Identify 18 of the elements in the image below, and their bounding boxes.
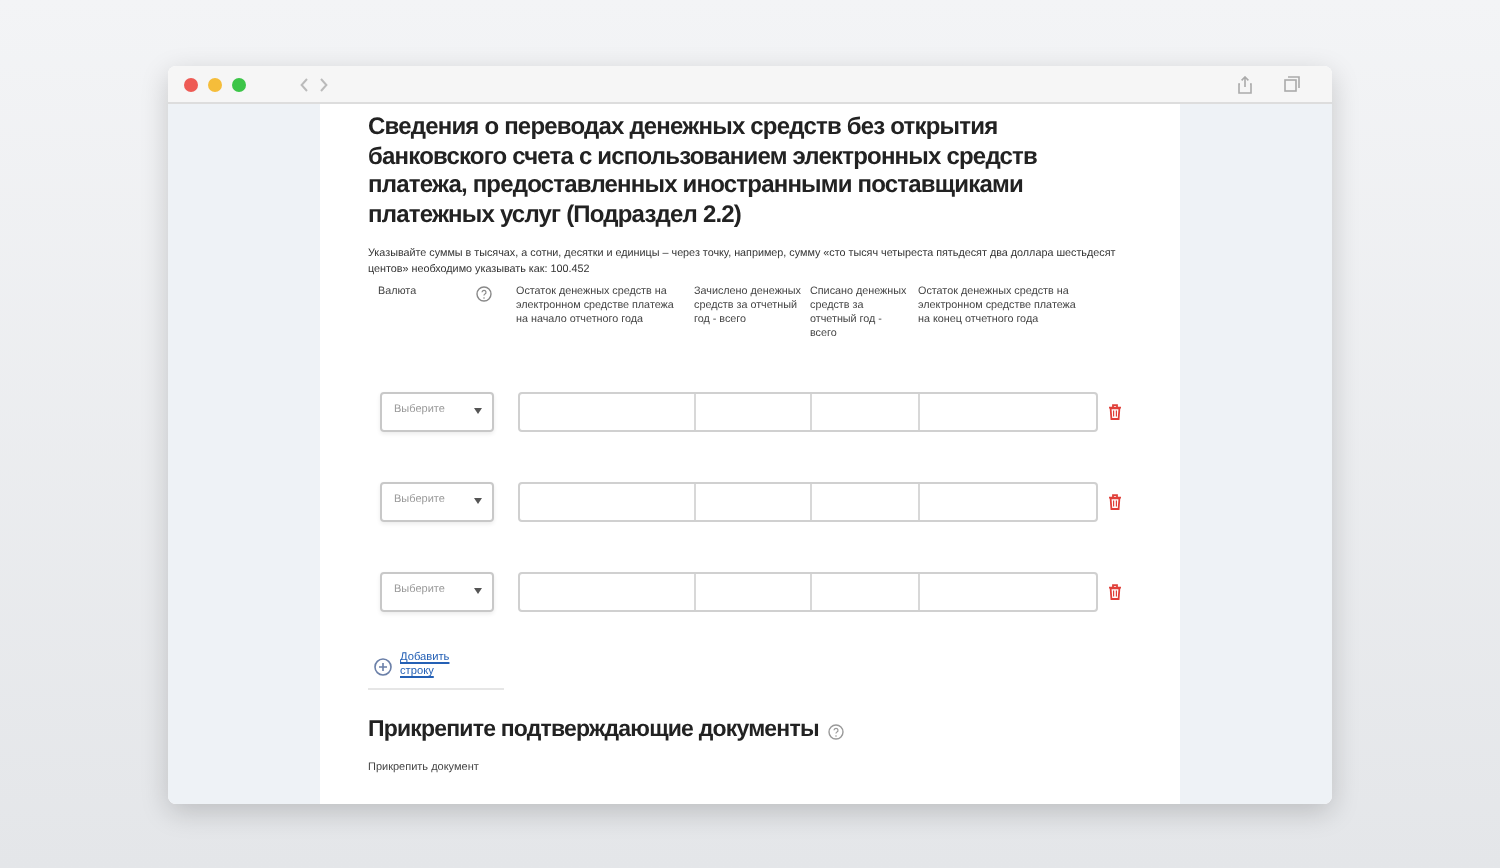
caret-icon [474,588,482,594]
caret-icon [474,408,482,414]
close-window-icon[interactable] [184,77,198,91]
forward-icon[interactable] [320,77,328,91]
section-title: Сведения о переводах денежных средств без открытия банковского счета с использованием электронных средств платежа, предоставленных иностранными поставщиками платежных услуг (Подраздел 2.2) [368,112,1039,228]
help-icon[interactable] [828,723,845,740]
caret-icon [474,498,482,504]
maximize-window-icon[interactable] [232,77,246,91]
add-icon[interactable] [374,657,392,675]
tabs-icon[interactable] [1284,75,1300,91]
trash-icon[interactable] [1108,403,1122,419]
share-icon[interactable] [1238,75,1252,93]
back-icon[interactable] [300,77,308,91]
help-icon[interactable] [476,286,492,302]
section-title: Прикрепите подтверждающие документы [368,716,819,746]
trash-icon[interactable] [1108,493,1122,509]
trash-icon[interactable] [1108,583,1122,599]
minimize-window-icon[interactable] [208,77,222,91]
